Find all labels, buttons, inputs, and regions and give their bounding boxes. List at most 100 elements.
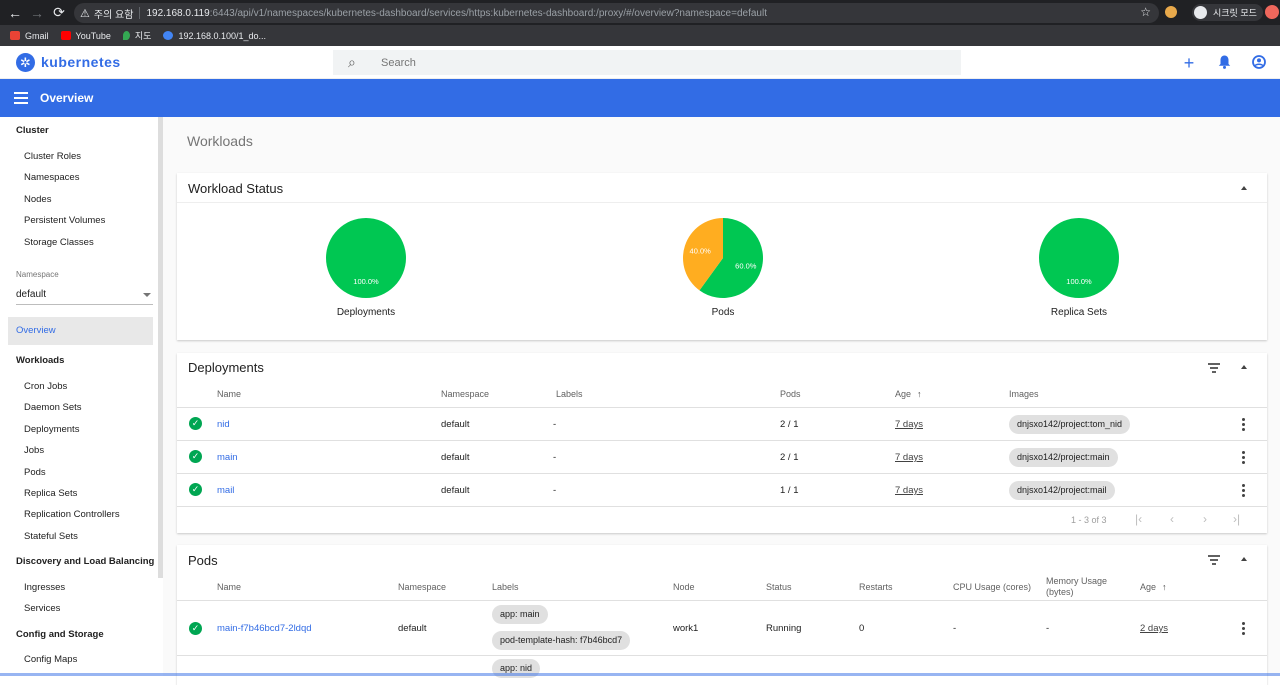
collapse-icon[interactable]: [1241, 557, 1247, 561]
status-ok-icon: ✓: [189, 417, 202, 430]
pods-cell: 2 / 1: [780, 452, 799, 463]
namespace-select[interactable]: default: [16, 289, 153, 305]
more-actions-icon[interactable]: [1242, 622, 1245, 637]
age-cell: 7 days: [895, 419, 923, 430]
kubernetes-logo-icon[interactable]: ✲: [16, 53, 35, 72]
labels-cell: -: [553, 419, 557, 430]
incognito-badge[interactable]: 시크릿 모드: [1192, 4, 1263, 21]
sidebar-item-replica-sets[interactable]: Replica Sets: [24, 488, 77, 499]
globe-icon: [163, 31, 174, 40]
column-header[interactable]: Labels: [556, 389, 583, 399]
sidebar-item-services[interactable]: Services: [24, 603, 60, 614]
image-chip: dnjsxo142/project:tom_nid: [1009, 415, 1131, 434]
next-page-button[interactable]: ›: [1203, 512, 1207, 526]
replica-sets-pie-chart: 100.0%: [1039, 218, 1119, 298]
sidebar-item-persistent-volumes[interactable]: Persistent Volumes: [24, 215, 105, 226]
pod-name-link[interactable]: main-f7b46bcd7-2ldqd: [217, 623, 312, 634]
sidebar-item-cluster-roles[interactable]: Cluster Roles: [24, 151, 81, 162]
more-actions-icon[interactable]: [1242, 484, 1245, 499]
namespace-cell: default: [398, 623, 427, 634]
last-page-button[interactable]: ›|: [1233, 512, 1240, 526]
sidebar-item-cron-jobs[interactable]: Cron Jobs: [24, 381, 67, 392]
labels-cell: -: [553, 485, 557, 496]
youtube-icon: [60, 31, 71, 40]
sidebar-item-deployments[interactable]: Deployments: [24, 424, 79, 435]
sidebar-item-ingresses[interactable]: Ingresses: [24, 582, 65, 593]
labels-cell: -: [553, 452, 557, 463]
column-header[interactable]: Node: [673, 582, 695, 592]
column-header[interactable]: Memory Usage (bytes): [1046, 576, 1118, 598]
prev-page-button[interactable]: ‹: [1170, 512, 1174, 526]
column-header[interactable]: Namespace: [441, 389, 489, 399]
workload-status-card: Workload Status 100.0% Deployments 60.0%…: [177, 173, 1267, 340]
sidebar-item-stateful-sets[interactable]: Stateful Sets: [24, 531, 78, 542]
first-page-button[interactable]: |‹: [1135, 512, 1142, 526]
pie-title: Pods: [711, 307, 735, 318]
more-actions-icon[interactable]: [1242, 418, 1245, 433]
sidebar-item-jobs[interactable]: Jobs: [24, 445, 44, 456]
card-title: Pods: [188, 553, 218, 568]
card-title: Workload Status: [188, 181, 284, 196]
bookmark-gmail[interactable]: Gmail: [10, 31, 49, 41]
status-ok-icon: ✓: [189, 450, 202, 463]
sidebar-item-overview[interactable]: Overview: [8, 317, 153, 345]
collapse-icon[interactable]: [1241, 186, 1247, 190]
deployment-name-link[interactable]: main: [217, 452, 238, 463]
reload-button[interactable]: ⟳: [48, 0, 70, 25]
sidebar-item-nodes[interactable]: Nodes: [24, 194, 51, 205]
bookmark-youtube[interactable]: YouTube: [60, 30, 111, 41]
column-header[interactable]: CPU Usage (cores): [953, 582, 1031, 592]
profile-icon[interactable]: [1265, 5, 1279, 19]
search-input[interactable]: [381, 54, 941, 71]
column-header[interactable]: Name: [217, 582, 241, 592]
bookmark-label: YouTube: [75, 30, 111, 41]
forward-button[interactable]: →: [26, 0, 48, 25]
bookmark-star-icon[interactable]: ☆: [1140, 5, 1151, 19]
column-header[interactable]: Images: [1009, 389, 1039, 399]
filter-icon[interactable]: [1208, 555, 1220, 567]
sort-arrow-icon: ↑: [917, 389, 922, 399]
address-bar[interactable]: ⚠ 주의 요함 192.168.0.119 :6443/api/v1/names…: [74, 3, 1159, 23]
url-path: :6443/api/v1/namespaces/kubernetes-dashb…: [209, 7, 767, 19]
column-header[interactable]: Name: [217, 389, 241, 399]
more-actions-icon[interactable]: [1242, 451, 1245, 466]
deployment-name-link[interactable]: nid: [217, 419, 230, 430]
bookmark-local[interactable]: 192.168.0.100/1_do...: [163, 31, 266, 41]
create-plus-icon[interactable]: +: [1181, 54, 1197, 72]
sidebar-item-storage-classes[interactable]: Storage Classes: [24, 237, 94, 248]
pods-pie-chart: 60.0% 40.0%: [683, 218, 763, 298]
pie-title: Deployments: [336, 307, 396, 318]
collapse-icon[interactable]: [1241, 365, 1247, 369]
sidebar-section-workloads[interactable]: Workloads: [16, 355, 64, 366]
column-header[interactable]: Labels: [492, 582, 519, 592]
status-ok-icon: ✓: [189, 622, 202, 635]
sidebar-item-config-maps[interactable]: Config Maps: [24, 654, 77, 665]
search-bar[interactable]: ⌕: [333, 50, 961, 75]
sidebar-item-pods[interactable]: Pods: [24, 467, 46, 478]
menu-icon[interactable]: [14, 92, 28, 104]
sidebar-section-cluster[interactable]: Cluster: [16, 125, 49, 136]
account-icon[interactable]: [1251, 55, 1267, 71]
sidebar-item-daemon-sets[interactable]: Daemon Sets: [24, 402, 82, 413]
filter-icon[interactable]: [1208, 363, 1220, 375]
bookmark-maps[interactable]: 지도: [122, 29, 151, 42]
brand-name[interactable]: kubernetes: [41, 54, 121, 70]
pie-slice-label: 100.0%: [1066, 277, 1092, 286]
sidebar-section-discovery[interactable]: Discovery and Load Balancing: [16, 556, 154, 567]
sidebar-item-namespaces[interactable]: Namespaces: [24, 172, 79, 183]
sidebar-item-replication-controllers[interactable]: Replication Controllers: [24, 509, 120, 520]
column-header[interactable]: Restarts: [859, 582, 893, 592]
extension-icon[interactable]: [1165, 6, 1177, 18]
sidebar-item-label: Overview: [16, 325, 56, 336]
notifications-bell-icon[interactable]: [1216, 55, 1232, 71]
card-title: Deployments: [188, 360, 264, 375]
column-header[interactable]: Pods: [780, 389, 801, 399]
back-button[interactable]: ←: [4, 0, 26, 25]
column-header-age[interactable]: Age ↑: [895, 389, 922, 399]
sidebar-section-config[interactable]: Config and Storage: [16, 629, 104, 640]
column-header[interactable]: Status: [766, 582, 792, 592]
column-header-age[interactable]: Age ↑: [1140, 582, 1167, 592]
column-header[interactable]: Namespace: [398, 582, 446, 592]
deployments-card: Deployments Name Namespace Labels Pods A…: [177, 353, 1267, 533]
deployment-name-link[interactable]: mail: [217, 485, 234, 496]
